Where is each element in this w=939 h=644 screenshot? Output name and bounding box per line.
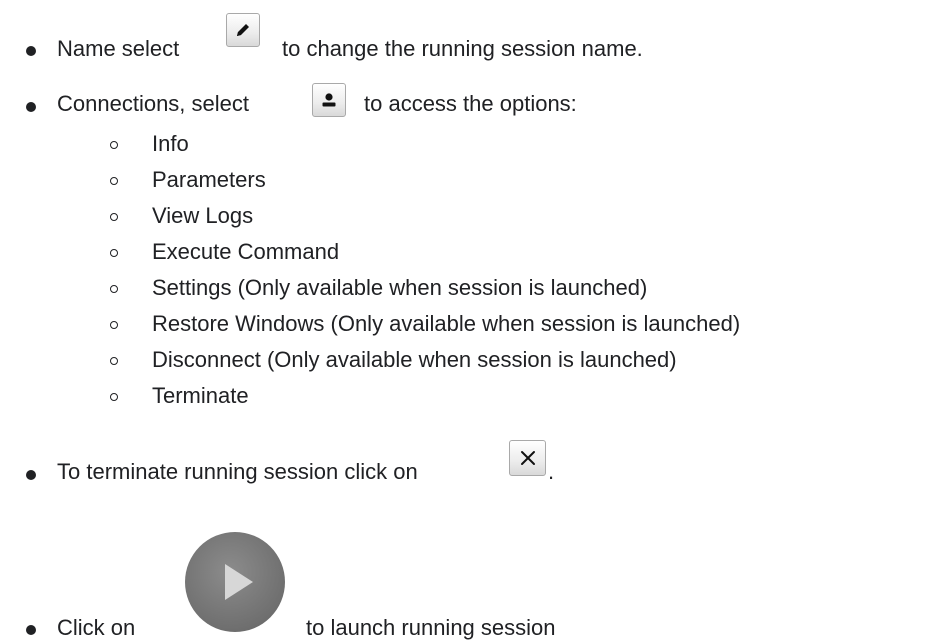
item-text-before: Name select bbox=[57, 36, 180, 61]
option-label: Restore Windows (Only available when ses… bbox=[152, 311, 741, 336]
circle-bullet-icon bbox=[110, 393, 118, 401]
bullet-icon bbox=[26, 625, 36, 635]
option-label: Terminate bbox=[152, 383, 249, 408]
item-text-after: to access the options: bbox=[364, 91, 577, 116]
circle-bullet-icon bbox=[110, 177, 118, 185]
option-label: Disconnect (Only available when session … bbox=[152, 347, 677, 372]
circle-bullet-icon bbox=[110, 321, 118, 329]
option-label: Settings (Only available when session is… bbox=[152, 275, 648, 300]
item-text-after: to change the running session name. bbox=[282, 36, 643, 61]
circle-bullet-icon bbox=[110, 213, 118, 221]
close-icon[interactable] bbox=[509, 440, 546, 476]
item-text-before: Connections, select bbox=[57, 91, 249, 116]
circle-bullet-icon bbox=[110, 285, 118, 293]
option-label: Execute Command bbox=[152, 239, 340, 264]
circle-bullet-icon bbox=[110, 141, 118, 149]
circle-bullet-icon bbox=[110, 249, 118, 257]
bullet-icon bbox=[26, 46, 36, 56]
item-text-before: To terminate running session click on bbox=[57, 459, 418, 484]
option-label: View Logs bbox=[152, 203, 254, 228]
bullet-icon bbox=[26, 102, 36, 112]
bullet-icon bbox=[26, 470, 36, 480]
pencil-icon[interactable] bbox=[226, 13, 260, 47]
user-icon[interactable] bbox=[312, 83, 346, 117]
item-text-before: Click on bbox=[57, 615, 136, 640]
item-text-after: . bbox=[548, 459, 555, 484]
item-text-after: to launch running session bbox=[306, 615, 556, 640]
option-label: Parameters bbox=[152, 167, 266, 192]
option-label: Info bbox=[152, 131, 189, 156]
circle-bullet-icon bbox=[110, 357, 118, 365]
play-icon[interactable] bbox=[185, 532, 285, 632]
